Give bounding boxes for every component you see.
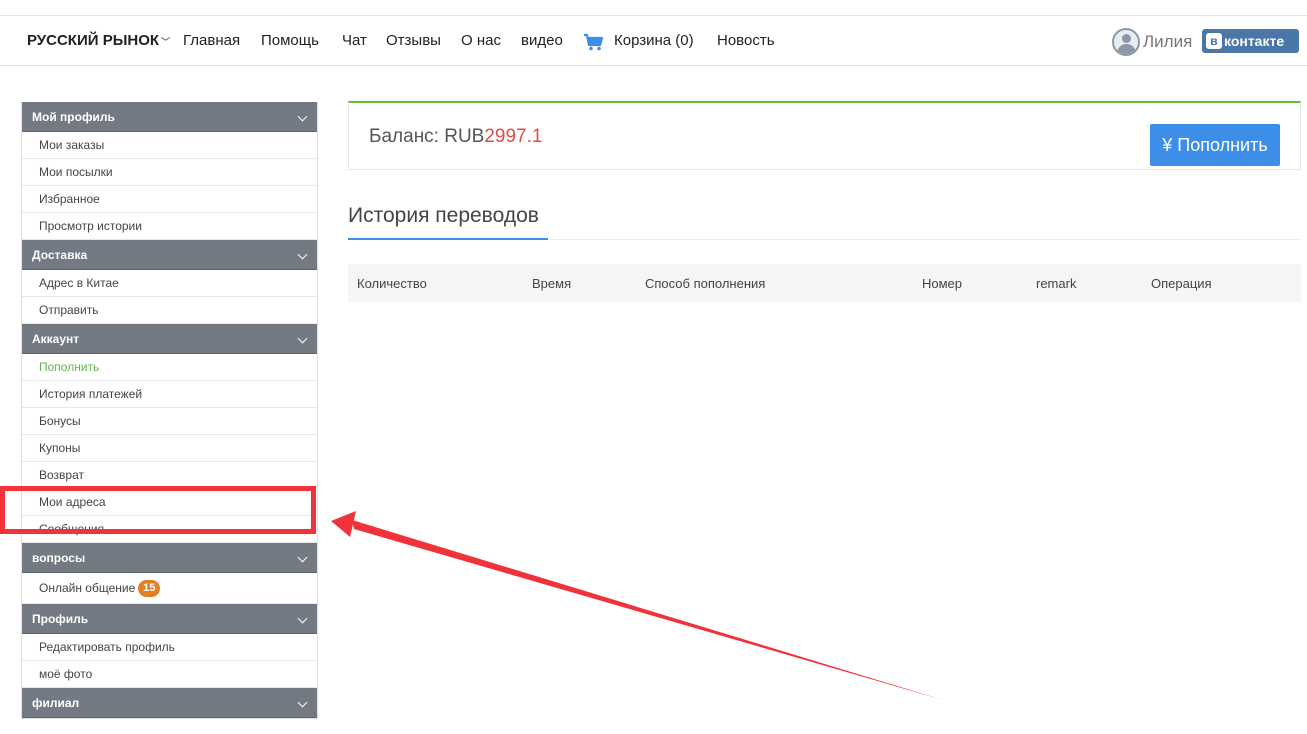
chevron-down-icon xyxy=(297,552,308,563)
chevron-down-icon xyxy=(297,249,308,260)
avatar-icon xyxy=(1112,28,1140,56)
nav-link-about[interactable]: О нас xyxy=(461,32,501,50)
nav-link-cart[interactable]: Корзина (0) xyxy=(614,32,694,50)
sidebar-item-topup[interactable]: Пополнить xyxy=(22,354,317,381)
column-header-number: Номер xyxy=(922,276,963,291)
sidebar-item-bonuses[interactable]: Бонусы xyxy=(22,408,317,435)
sidebar-item-my-addresses[interactable]: Мои адреса xyxy=(22,489,317,516)
chevron-down-icon xyxy=(297,111,308,122)
history-title-underline xyxy=(348,238,548,240)
sidebar-item-my-photo[interactable]: моё фото xyxy=(22,661,317,688)
sidebar-item-china-address[interactable]: Адрес в Китае xyxy=(22,270,317,297)
sidebar-item-history[interactable]: Просмотр истории xyxy=(22,213,317,240)
nav-link-help[interactable]: Помощь xyxy=(261,32,319,50)
balance-panel: Баланс: RUB2997.1 ¥ Пополнить xyxy=(348,101,1301,170)
column-header-amount: Количество xyxy=(357,276,427,291)
column-header-remark: remark xyxy=(1036,276,1077,291)
vk-button[interactable]: в контакте xyxy=(1202,29,1299,53)
column-header-operation: Операция xyxy=(1151,276,1212,291)
sidebar-item-coupons[interactable]: Купоны xyxy=(22,435,317,462)
sidebar-item-parcels[interactable]: Мои посылки xyxy=(22,159,317,186)
nav-link-reviews[interactable]: Отзывы xyxy=(386,32,441,50)
balance-amount: 2997.1 xyxy=(484,126,543,147)
sidebar-section-branch[interactable]: филиал xyxy=(22,688,317,718)
cart-icon[interactable] xyxy=(583,33,605,51)
nav-link-video[interactable]: видео xyxy=(521,32,563,50)
history-divider xyxy=(548,239,1301,240)
nav-link-home[interactable]: Главная xyxy=(183,32,240,50)
topup-button[interactable]: ¥ Пополнить xyxy=(1150,124,1280,166)
chevron-down-icon xyxy=(297,333,308,344)
sidebar-item-online-chat[interactable]: Онлайн общение 15 xyxy=(22,573,317,604)
nav-link-news[interactable]: Новость xyxy=(717,32,775,50)
history-title: История переводов xyxy=(348,204,539,227)
chevron-down-icon xyxy=(297,697,308,708)
history-table-header: Количество Время Способ пополнения Номер… xyxy=(348,264,1301,302)
nav-link-chat[interactable]: Чат xyxy=(342,32,367,50)
sidebar-section-questions[interactable]: вопросы xyxy=(22,543,317,573)
sidebar-section-profile-settings[interactable]: Профиль xyxy=(22,604,317,634)
balance-text: Баланс: RUB2997.1 xyxy=(369,126,543,147)
sidebar-section-delivery[interactable]: Доставка xyxy=(22,240,317,270)
sidebar-section-account[interactable]: Аккаунт xyxy=(22,324,317,354)
unread-badge: 15 xyxy=(138,580,161,598)
sidebar-item-orders[interactable]: Мои заказы xyxy=(22,132,317,159)
chevron-down-icon xyxy=(297,613,308,624)
sidebar-item-refund[interactable]: Возврат xyxy=(22,462,317,489)
top-navbar: РУССКИЙ РЫНОК ﹀ Главная Помощь Чат Отзывы… xyxy=(0,16,1307,66)
sidebar: Мой профиль Мои заказы Мои посылки Избра… xyxy=(21,102,318,719)
vk-logo-icon: в xyxy=(1206,33,1222,49)
column-header-time: Время xyxy=(532,276,572,291)
sidebar-section-profile[interactable]: Мой профиль xyxy=(22,102,317,132)
user-name: Лилия xyxy=(1143,32,1193,51)
sidebar-item-edit-profile[interactable]: Редактировать профиль xyxy=(22,634,317,661)
brand-menu[interactable]: РУССКИЙ РЫНОК ﹀ xyxy=(27,32,170,51)
chevron-down-icon: ﹀ xyxy=(161,37,171,47)
sidebar-item-payment-history[interactable]: История платежей xyxy=(22,381,317,408)
sidebar-item-send[interactable]: Отправить xyxy=(22,297,317,324)
sidebar-item-favorites[interactable]: Избранное xyxy=(22,186,317,213)
sidebar-item-messages[interactable]: Сообщения xyxy=(22,516,317,543)
column-header-method: Способ пополнения xyxy=(645,276,766,291)
